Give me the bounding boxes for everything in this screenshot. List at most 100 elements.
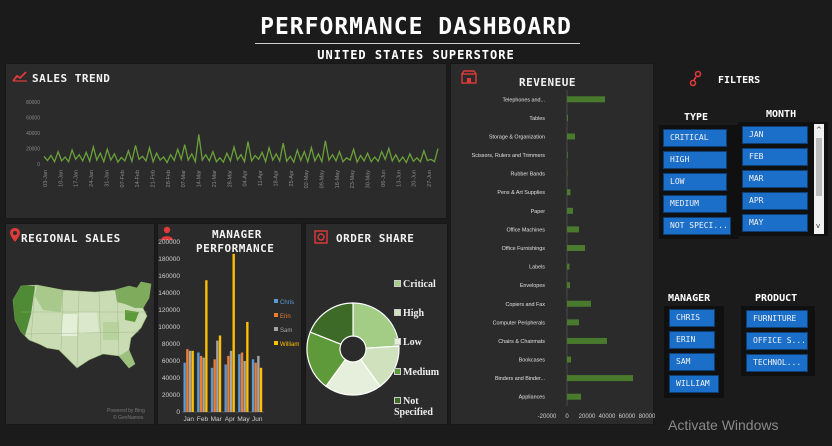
month-jan-button[interactable]: JAN [742,126,808,144]
type-high-button[interactable]: HIGH [663,151,727,169]
legend-label-sam: Sam [280,328,292,334]
x-tick-label: 21-Feb [151,170,157,187]
bar-chris-mar [210,367,214,412]
x-tick-label: Jan [184,416,195,423]
legend-label-critical: Critical [403,279,436,290]
product-furniture-button[interactable]: FURNITURE [746,310,808,328]
us-map: Powered by Bing © GeoNames [12,281,152,421]
x-tick-label: 07-Mar [181,170,187,188]
y-tick-label: 40000 [26,131,40,137]
revenue-bar [567,337,607,344]
manager-erin-button[interactable]: ERIN [669,331,715,349]
scroll-down-icon[interactable]: v [816,222,820,230]
category-label: Binders and Binder... [495,376,545,382]
revenue-bar [567,207,573,214]
category-label: Labels [529,265,545,271]
map-credit-line2: © GeoNames [113,414,144,421]
sales-trend-panel: SALES TREND 80000 60000 40000 20000 0 03-Jan 1… [5,63,447,219]
category-label: Copiers and Fax [505,302,545,308]
x-tick-label: 23-May [350,170,356,189]
month-mar-button[interactable]: MAR [742,170,808,188]
bar-chris-jan [183,362,186,412]
bar-chris-feb [197,352,200,412]
revenue-bar [567,375,633,382]
legend-critical: Critical [394,279,436,290]
legend-swatch-critical [394,280,401,287]
revenue-bar [567,133,575,140]
bar-chris-may [238,354,241,412]
legend-swatch-medium [394,368,401,375]
x-tick-label: 04-Apr [243,170,249,187]
category-label: Telephones and... [502,97,545,103]
map-credit: Powered by Bing [107,408,145,414]
bar-chris-apr [224,364,227,412]
category-label: Tables [529,116,545,122]
manager-chris-button[interactable]: CHRIS [669,309,715,327]
y-tick-label: 120000 [158,307,180,314]
regional-sales-panel: REGIONAL SALES Powered by Bing © GeoName… [5,223,155,425]
y-tick-label: 0 [176,409,180,416]
scroll-thumb[interactable] [816,138,822,196]
x-tick-label: 02-May [304,170,310,189]
sales-trend-title: SALES TREND [32,72,111,85]
x-tick-label: 0 [565,414,569,420]
bar-william-jan [191,350,194,412]
type-critical-button[interactable]: CRITICAL [663,129,727,147]
x-tick-label: 14-Mar [197,170,203,188]
bar-erin-jun [254,362,257,412]
sales-trend-chart: 80000 60000 40000 20000 003-Jan 10-Jan 17-Jan 2… [26,100,439,189]
map-pin-icon [10,228,20,242]
category-label: Appliances [519,395,546,401]
manager-sam-button[interactable]: SAM [669,353,715,371]
revenue-bar [567,189,571,196]
category-label: Office Furnishings [502,246,546,252]
x-tick-label: 40000 [599,414,616,420]
revenue-bar [567,282,570,289]
bar-chris-jun [251,359,255,412]
type-medium-button[interactable]: MEDIUM [663,195,727,213]
manager-filter-title: MANAGER [668,293,711,304]
category-label: Bookcases [519,358,546,364]
month-filter-title: MONTH [766,109,797,120]
type-low-button[interactable]: LOW [663,173,727,191]
month-may-button[interactable]: MAY [742,214,808,232]
revenue-bar [567,226,579,233]
product-technology-button[interactable]: TECHNOL... [746,354,808,372]
category-label: Envelopes [520,283,545,289]
x-tick-label: 11-Apr [258,170,264,186]
x-tick-label: 28-Mar [227,170,233,188]
y-tick-label: 20000 [162,392,180,399]
legend-label-erin: Erin [280,314,291,320]
x-tick-label: Jun [252,416,263,423]
y-tick-label: 100000 [158,324,180,331]
revenue-bar [567,319,579,326]
sales-trend-line [43,134,439,165]
legend-swatch-high [394,309,401,316]
y-tick-label: 160000 [158,273,180,280]
product-filter-title: PRODUCT [755,293,798,304]
month-feb-button[interactable]: FEB [742,148,808,166]
x-tick-label: 13-Jun [396,170,402,187]
revenue-bar [567,152,568,159]
month-apr-button[interactable]: APR [742,192,808,210]
revenue-chart: Telephones and... Tables Storage & Organiz… [472,90,655,420]
bar-william-feb [205,280,208,412]
legend-swatch-william [274,341,278,345]
x-tick-label: 31-Jan [104,170,110,187]
manager-william-button[interactable]: WILLIAM [669,375,719,393]
manager-slicer: CHRIS ERIN SAM WILLIAM [664,306,724,398]
product-office-supplies-button[interactable]: OFFICE S... [746,332,808,350]
y-tick-label: 40000 [162,375,180,382]
bar-sam-mar [216,340,219,412]
store-icon [461,70,477,84]
x-tick-label: 24-Jan [89,170,95,187]
type-slicer: CRITICAL HIGH LOW MEDIUM NOT SPECI... [659,125,739,239]
x-tick-label: 30-May [366,170,372,189]
month-scrollbar[interactable]: ^ v [814,124,824,234]
dashboard-subtitle: UNITED STATES SUPERSTORE [317,48,515,62]
manager-performance-panel: MANAGER PERFORMANCE 0 20000 40000 60000 8000… [157,223,302,425]
revenue-bar [567,245,585,251]
type-filter-title: TYPE [684,112,709,123]
scroll-up-icon[interactable]: ^ [816,126,822,134]
type-not-specified-button[interactable]: NOT SPECI... [663,217,731,235]
